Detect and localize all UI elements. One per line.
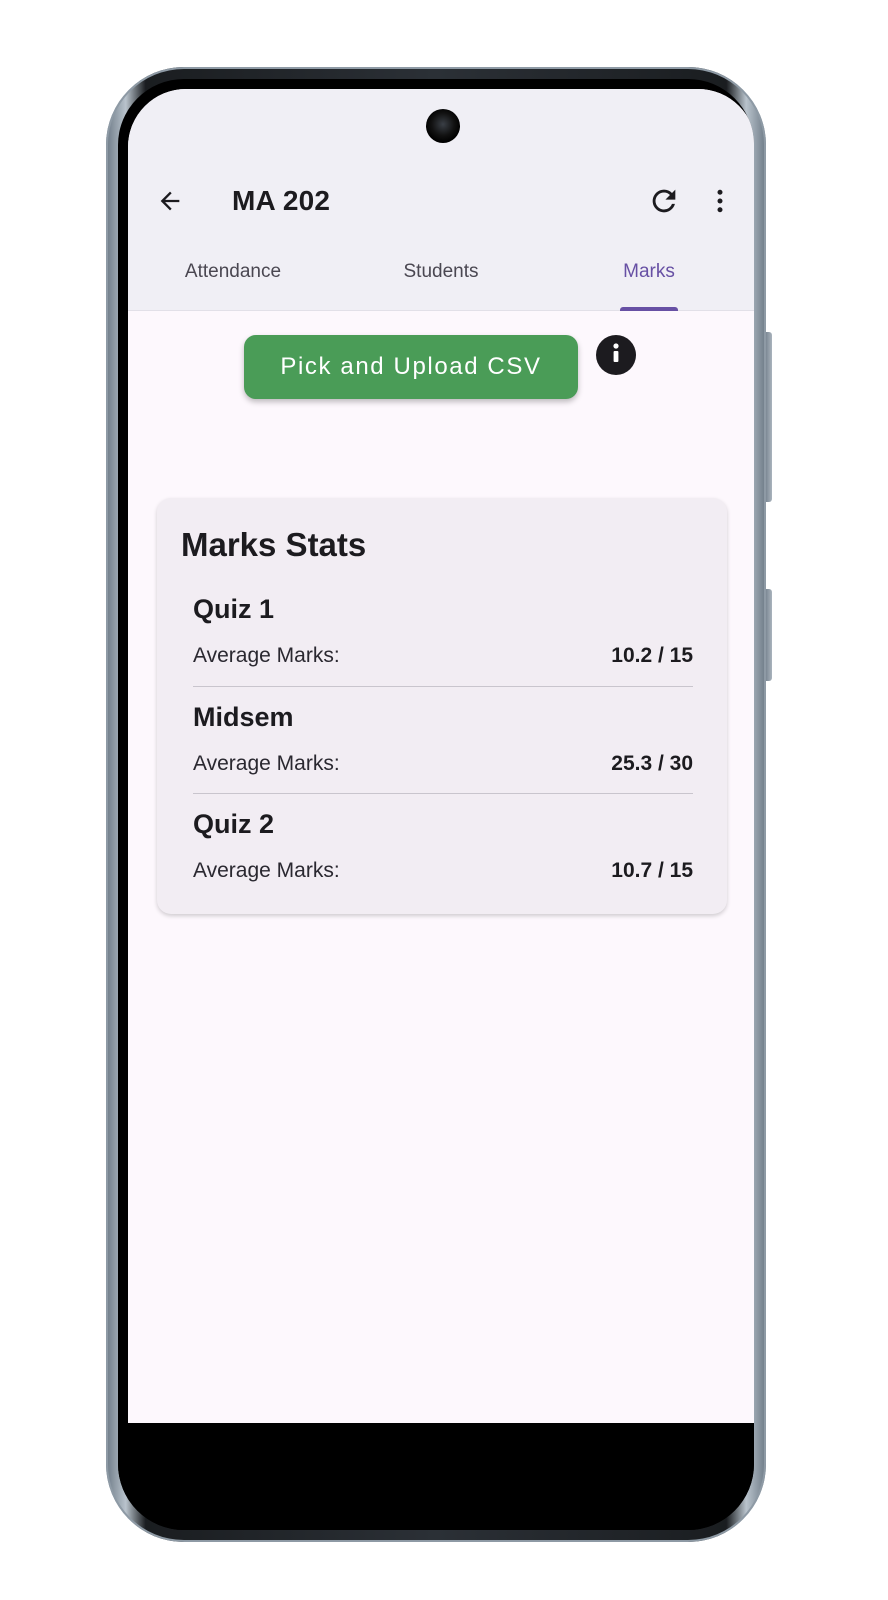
average-label: Average Marks: (193, 859, 340, 882)
phone-bezel: MA 202 Attendance Students Marks Pick an… (118, 79, 754, 1530)
app-bar: MA 202 Attendance Students Marks (128, 89, 754, 311)
marks-stats-card: Marks Stats Quiz 1 Average Marks: 10.2 /… (157, 498, 727, 914)
power-button (766, 589, 772, 681)
divider (193, 686, 693, 687)
tab-bar: Attendance Students Marks (128, 249, 754, 311)
system-navigation-bar (118, 1423, 754, 1530)
more-vert-icon (705, 186, 735, 221)
card-title: Marks Stats (181, 526, 367, 563)
arrow-back-icon (156, 187, 184, 220)
refresh-icon (647, 184, 681, 223)
exam-name: Quiz 2 (193, 809, 275, 839)
tab-attendance[interactable]: Attendance (138, 249, 328, 311)
divider (193, 793, 693, 794)
app-screen: MA 202 Attendance Students Marks Pick an… (128, 89, 754, 1433)
exam-name: Midsem (193, 702, 294, 732)
average-label: Average Marks: (193, 644, 340, 667)
info-button[interactable] (596, 335, 636, 375)
exam-item-midsem: Midsem Average Marks: 25.3 / 30 (193, 702, 693, 782)
exam-average-row: Average Marks: 10.7 / 15 (193, 859, 693, 889)
average-label: Average Marks: (193, 752, 340, 775)
tab-label: Students (403, 261, 479, 282)
average-value: 25.3 / 30 (611, 752, 693, 775)
info-icon (606, 341, 626, 370)
exam-item-quiz-2: Quiz 2 Average Marks: 10.7 / 15 (193, 809, 693, 889)
exam-average-row: Average Marks: 10.2 / 15 (193, 644, 693, 674)
exam-average-row: Average Marks: 25.3 / 30 (193, 752, 693, 782)
tab-marks[interactable]: Marks (554, 249, 744, 311)
more-options-button[interactable] (698, 179, 742, 227)
toolbar: MA 202 (128, 179, 754, 231)
page-title: MA 202 (232, 185, 331, 216)
exam-item-quiz-1: Quiz 1 Average Marks: 10.2 / 15 (193, 594, 693, 674)
tab-label: Marks (623, 261, 675, 282)
volume-button (766, 332, 772, 502)
tab-students[interactable]: Students (346, 249, 536, 311)
tab-label: Attendance (184, 261, 282, 282)
exam-name: Quiz 1 (193, 594, 275, 624)
upload-csv-button[interactable]: Pick and Upload CSV (244, 335, 578, 399)
phone-frame: MA 202 Attendance Students Marks Pick an… (106, 67, 772, 1542)
front-camera (426, 109, 460, 143)
average-value: 10.2 / 15 (611, 644, 693, 667)
back-button[interactable] (148, 181, 192, 225)
active-tab-indicator (620, 307, 678, 311)
refresh-button[interactable] (640, 179, 688, 227)
average-value: 10.7 / 15 (611, 859, 693, 882)
